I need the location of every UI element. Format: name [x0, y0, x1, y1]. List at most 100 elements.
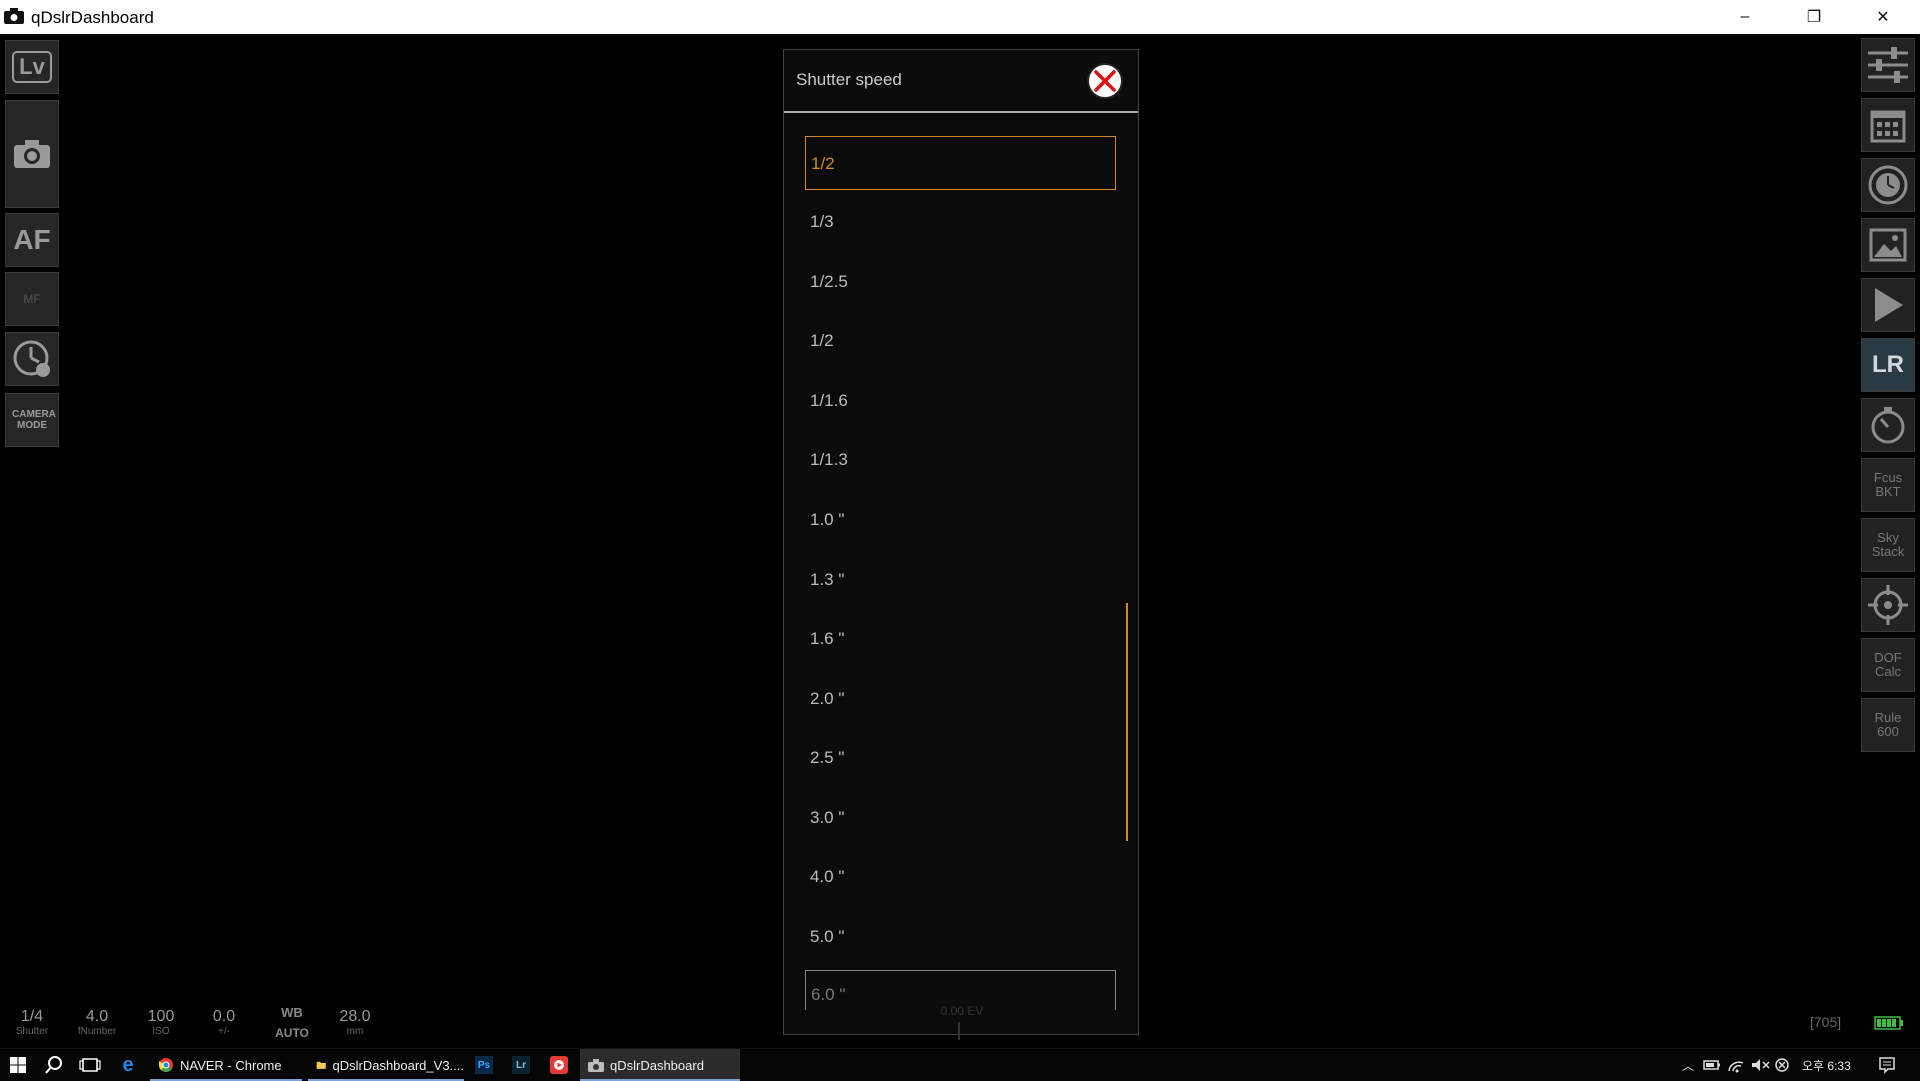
shutter-value: 1/4	[20, 1008, 44, 1025]
sliders-icon	[1868, 47, 1908, 83]
media-player-icon[interactable]	[550, 1056, 568, 1074]
shutter-option[interactable]: 4.0 "	[805, 850, 1116, 904]
wb-status[interactable]: WB AUTO	[272, 1004, 312, 1039]
shutter-option[interactable]: 1/3	[805, 195, 1116, 249]
network-icon[interactable]	[1724, 1053, 1748, 1077]
shutter-status[interactable]: 1/4 Shutter	[12, 1008, 52, 1037]
target-button[interactable]	[1861, 578, 1915, 632]
taskbar-item-chrome[interactable]: NAVER - Chrome	[150, 1049, 302, 1081]
taskbar-item-qdslrdashboard[interactable]: qDslrDashboard	[580, 1049, 740, 1081]
timer-icon	[13, 340, 50, 377]
notifications-icon[interactable]	[1875, 1053, 1899, 1077]
ev-label: +/-	[218, 1026, 230, 1037]
capture-button[interactable]	[5, 100, 59, 208]
shutter-option[interactable]: 1.3 "	[805, 553, 1116, 607]
taskbar-item-label: qDslrDashboard	[610, 1057, 704, 1073]
lightroom-icon[interactable]: Lr	[512, 1056, 530, 1074]
fnumber-value: 4.0	[85, 1008, 109, 1025]
shutter-option[interactable]: 1/2	[805, 136, 1116, 190]
dialog-scrollbar[interactable]	[1126, 603, 1128, 841]
shutter-option[interactable]: 2.5 "	[805, 731, 1116, 785]
photoshop-icon[interactable]: Ps	[475, 1056, 493, 1074]
liveview-button[interactable]: Lv	[5, 40, 59, 94]
camera-mode-label: CAMERA MODE	[12, 409, 56, 431]
shutter-option[interactable]: 1/1.3	[805, 433, 1116, 487]
minimize-button[interactable]: –	[1716, 0, 1774, 34]
exposure-readout: 0.00 EV	[940, 1004, 984, 1018]
volume-muted-icon[interactable]	[1748, 1053, 1772, 1077]
gallery-button[interactable]	[1861, 218, 1915, 272]
windows-start-icon[interactable]	[6, 1053, 30, 1077]
search-icon[interactable]	[42, 1053, 66, 1077]
timer-button[interactable]	[5, 332, 59, 386]
shutter-option[interactable]: 1.0 "	[805, 493, 1116, 547]
calendar-button[interactable]	[1861, 98, 1915, 152]
dof-calc-label: DOF Calc	[1874, 650, 1902, 679]
edge-icon[interactable]: e	[116, 1053, 140, 1077]
close-window-button[interactable]: ✕	[1854, 0, 1912, 34]
rule-600-label: Rule 600	[1874, 710, 1902, 739]
focus-mode-icon: MF	[23, 292, 41, 306]
wb-label: AUTO	[275, 1026, 309, 1040]
restore-button[interactable]: ❐	[1785, 0, 1843, 34]
fnumber-status[interactable]: 4.0 fNumber	[72, 1008, 122, 1037]
focal-length-status[interactable]: 28.0 mm	[333, 1008, 377, 1037]
fnumber-label: fNumber	[77, 1026, 117, 1037]
shutter-option[interactable]: 1/1.6	[805, 374, 1116, 428]
folder-icon	[316, 1061, 326, 1069]
af-icon: AF	[13, 224, 51, 255]
taskbar-item-label: NAVER - Chrome	[180, 1057, 282, 1073]
window-title: qDslrDashboard	[31, 8, 154, 27]
shutter-option[interactable]: 3.0 "	[805, 791, 1116, 845]
lrtimelapse-button[interactable]: LR	[1861, 338, 1915, 392]
lrtimelapse-icon: LR	[1872, 351, 1904, 378]
exposure-indicator	[958, 1022, 960, 1040]
shots-remaining: [705]	[1810, 1014, 1842, 1030]
image-icon	[1869, 228, 1907, 262]
iso-status[interactable]: 100 ISO	[142, 1008, 180, 1037]
calendar-icon	[1870, 110, 1906, 143]
focal-length-value: 28.0	[339, 1008, 371, 1025]
intervalometer-button[interactable]	[1861, 158, 1915, 212]
iso-value: 100	[147, 1008, 175, 1025]
taskbar-item-explorer[interactable]: qDslrDashboard_V3....	[308, 1049, 464, 1081]
shutter-option[interactable]: 5.0 "	[805, 910, 1116, 964]
close-dialog-button[interactable]	[1086, 62, 1124, 100]
task-view-icon[interactable]	[78, 1053, 102, 1077]
sky-stack-label: Sky Stack	[1871, 530, 1905, 559]
tray-overflow-icon[interactable]: ︿	[1676, 1053, 1700, 1077]
chrome-icon	[158, 1058, 173, 1073]
clock-icon	[1868, 165, 1908, 205]
wb-value: WB	[281, 1005, 303, 1020]
shutter-option[interactable]: 1/2	[805, 314, 1116, 368]
focus-bracketing-label: Fcus BKT	[1873, 470, 1903, 499]
shutter-option[interactable]: 2.0 "	[805, 672, 1116, 726]
stopwatch-button[interactable]	[1861, 398, 1915, 452]
taskbar: e NAVER - Chrome qDslrDashboard_V3.... P…	[0, 1048, 1920, 1081]
dialog-title: Shutter speed	[796, 70, 902, 89]
dof-calc-button[interactable]: DOF Calc	[1861, 638, 1915, 692]
shutter-label: Shutter	[15, 1026, 49, 1037]
battery-tray-icon[interactable]	[1700, 1053, 1724, 1077]
app-camera-icon	[4, 8, 24, 24]
focus-mode-button[interactable]: MF	[5, 272, 59, 326]
autofocus-button[interactable]: AF	[5, 213, 59, 267]
crosshair-icon	[1868, 585, 1908, 625]
stopwatch-icon	[1871, 407, 1905, 444]
shutter-option[interactable]: 1.6 "	[805, 612, 1116, 666]
play-button[interactable]	[1861, 278, 1915, 332]
play-icon	[1875, 288, 1903, 322]
camera-icon	[588, 1058, 604, 1072]
ev-status[interactable]: 0.0 +/-	[205, 1008, 243, 1037]
camera-icon	[14, 140, 50, 168]
settings-button[interactable]	[1861, 38, 1915, 92]
focal-length-label: mm	[346, 1026, 364, 1037]
status-icon[interactable]	[1770, 1053, 1794, 1077]
rule-600-button[interactable]: Rule 600	[1861, 698, 1915, 752]
sky-stack-button[interactable]: Sky Stack	[1861, 518, 1915, 572]
camera-mode-button[interactable]: CAMERA MODE	[5, 393, 59, 447]
focus-bracketing-button[interactable]: Fcus BKT	[1861, 458, 1915, 512]
shutter-option[interactable]: 1/2.5	[805, 255, 1116, 309]
taskbar-clock[interactable]: 오후 6:33	[1802, 1049, 1851, 1081]
dialog-header: Shutter speed	[784, 50, 1138, 113]
